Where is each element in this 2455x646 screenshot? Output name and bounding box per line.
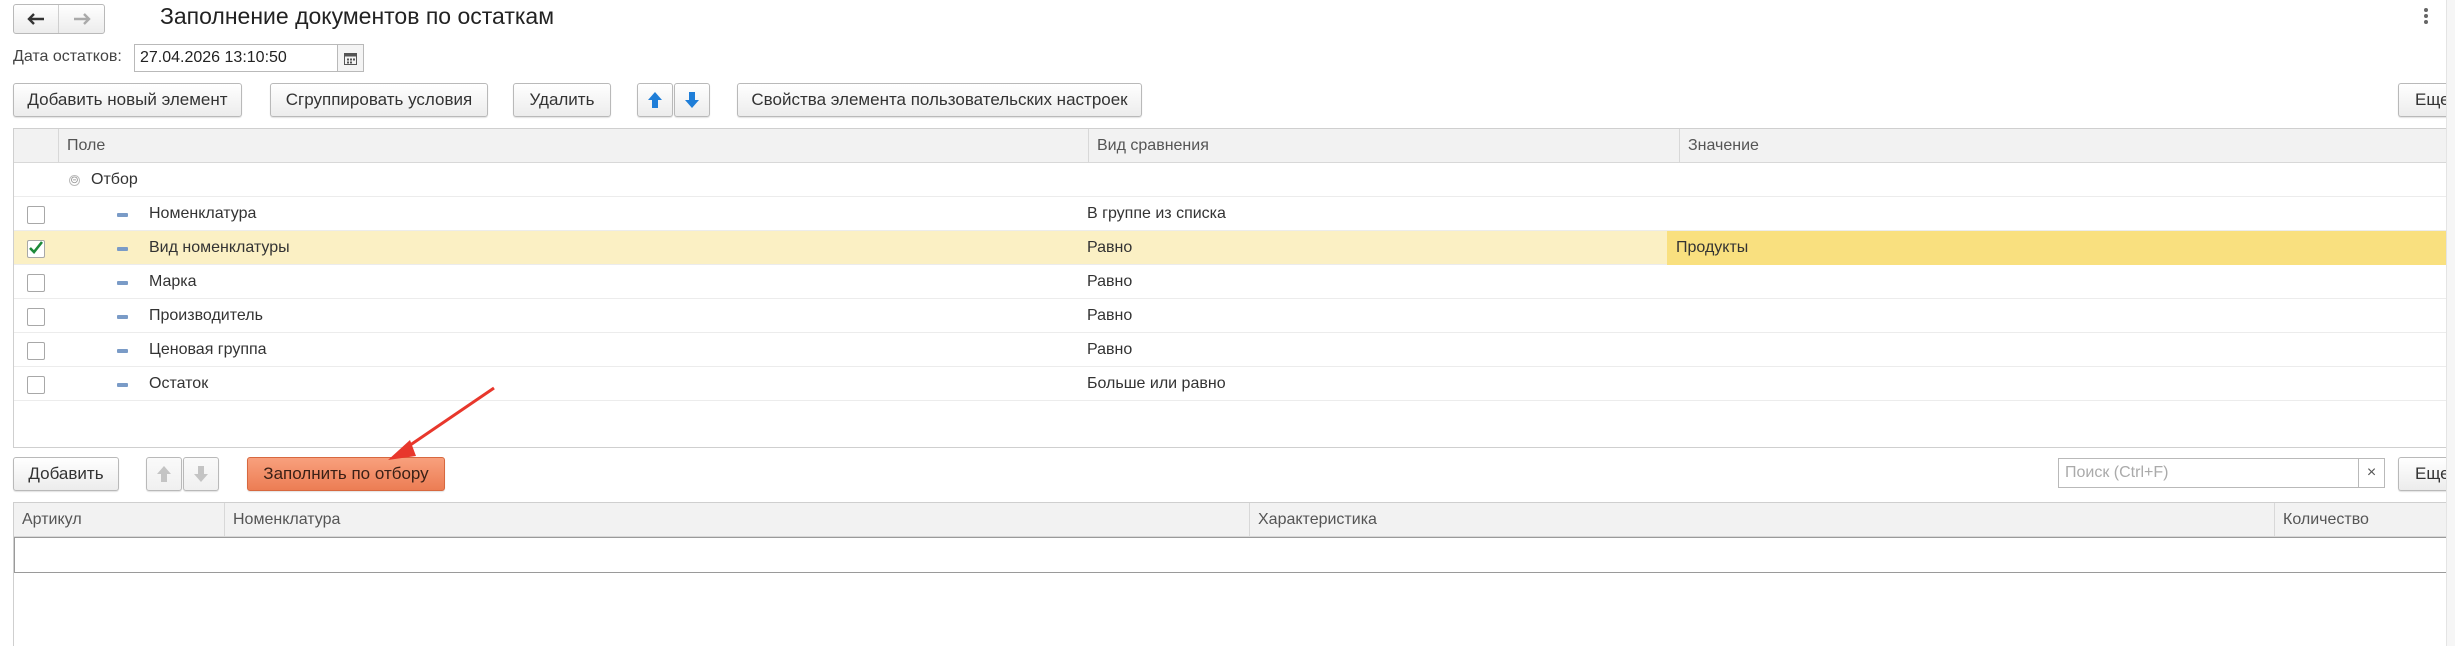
row-comparison[interactable]: Равно [1087,299,1132,333]
delete-button[interactable]: Удалить [513,83,611,117]
date-input[interactable]: 27.04.2026 13:10:50 [134,44,338,72]
table-row[interactable]: Производитель Равно [14,299,2455,333]
row-comparison[interactable]: Равно [1087,231,1132,265]
row-field: Вид номенклатуры [149,239,290,256]
row-comparison[interactable]: Равно [1087,333,1132,367]
arrow-down-icon [194,466,208,482]
move-up-button[interactable] [637,83,673,117]
date-label: Дата остатков: [13,48,122,65]
checkmark-icon [29,241,44,254]
add-button[interactable]: Добавить [13,457,119,491]
row-field: Марка [149,273,197,290]
move-down-button-disabled[interactable] [183,457,219,491]
row-comparison[interactable]: Равно [1087,265,1132,299]
table-row[interactable]: Марка Равно [14,265,2455,299]
field-marker-icon [117,315,128,319]
arrow-up-icon [157,466,171,482]
row-checkbox[interactable] [27,342,45,360]
row-field: Ценовая группа [149,341,267,358]
element-properties-button[interactable]: Свойства элемента пользовательских настр… [737,83,1142,117]
arrow-up-icon [648,92,662,108]
table-row-empty[interactable] [14,537,2455,573]
field-marker-icon [117,349,128,353]
row-checkbox-checked[interactable] [27,240,45,258]
row-checkbox[interactable] [27,206,45,224]
group-row[interactable]: ⊝ Отбор [14,163,2455,197]
collapse-icon[interactable]: ⊝ [69,175,80,186]
page-title: Заполнение документов по остаткам [160,3,555,29]
calendar-button[interactable] [337,44,364,72]
row-field: Производитель [149,307,263,324]
arrow-down-icon [685,92,699,108]
field-marker-icon [117,213,128,217]
annotation-arrow-icon [388,386,495,460]
field-marker-icon [117,383,128,387]
kebab-menu-icon[interactable] [2424,8,2428,26]
row-checkbox[interactable] [27,376,45,394]
clear-search-button[interactable]: × [2358,458,2385,488]
column-header-comparison[interactable]: Вид сравнения [1088,129,1679,163]
table-row[interactable]: Номенклатура В группе из списка [14,197,2455,231]
column-header-article[interactable]: Артикул [14,503,224,537]
row-comparison[interactable]: В группе из списка [1087,197,1226,231]
table-row-selected[interactable]: Вид номенклатуры Равно Продукты [14,231,2455,265]
back-button[interactable] [14,5,59,33]
search-input[interactable]: Поиск (Ctrl+F) [2058,458,2360,488]
column-header-field[interactable]: Поле [58,129,1088,163]
move-down-button[interactable] [674,83,710,117]
row-checkbox[interactable] [27,308,45,326]
row-field: Остаток [149,375,209,392]
move-up-button-disabled[interactable] [146,457,182,491]
row-checkbox[interactable] [27,274,45,292]
items-table: Артикул Номенклатура Характеристика Коли… [13,502,2455,646]
column-header-quantity[interactable]: Количество [2274,503,2455,537]
scrollbar[interactable] [2446,0,2455,646]
navigation-buttons [13,4,105,34]
column-header-characteristic[interactable]: Характеристика [1249,503,2274,537]
row-field: Номенклатура [149,205,257,222]
group-label: Отбор [91,171,138,188]
add-element-button[interactable]: Добавить новый элемент [13,83,242,117]
row-value[interactable]: Продукты [1667,231,2455,265]
arrow-right-icon [73,13,91,25]
column-header-value[interactable]: Значение [1679,129,2455,163]
field-marker-icon [117,247,128,251]
field-marker-icon [117,281,128,285]
forward-button[interactable] [59,5,104,33]
table-row[interactable]: Ценовая группа Равно [14,333,2455,367]
column-header-nomenclature[interactable]: Номенклатура [224,503,1249,537]
checkbox-column-header [14,129,58,163]
group-conditions-button[interactable]: Сгруппировать условия [270,83,488,117]
arrow-left-icon [27,13,44,25]
row-comparison[interactable]: Больше или равно [1087,367,1226,401]
calendar-icon [344,52,357,65]
